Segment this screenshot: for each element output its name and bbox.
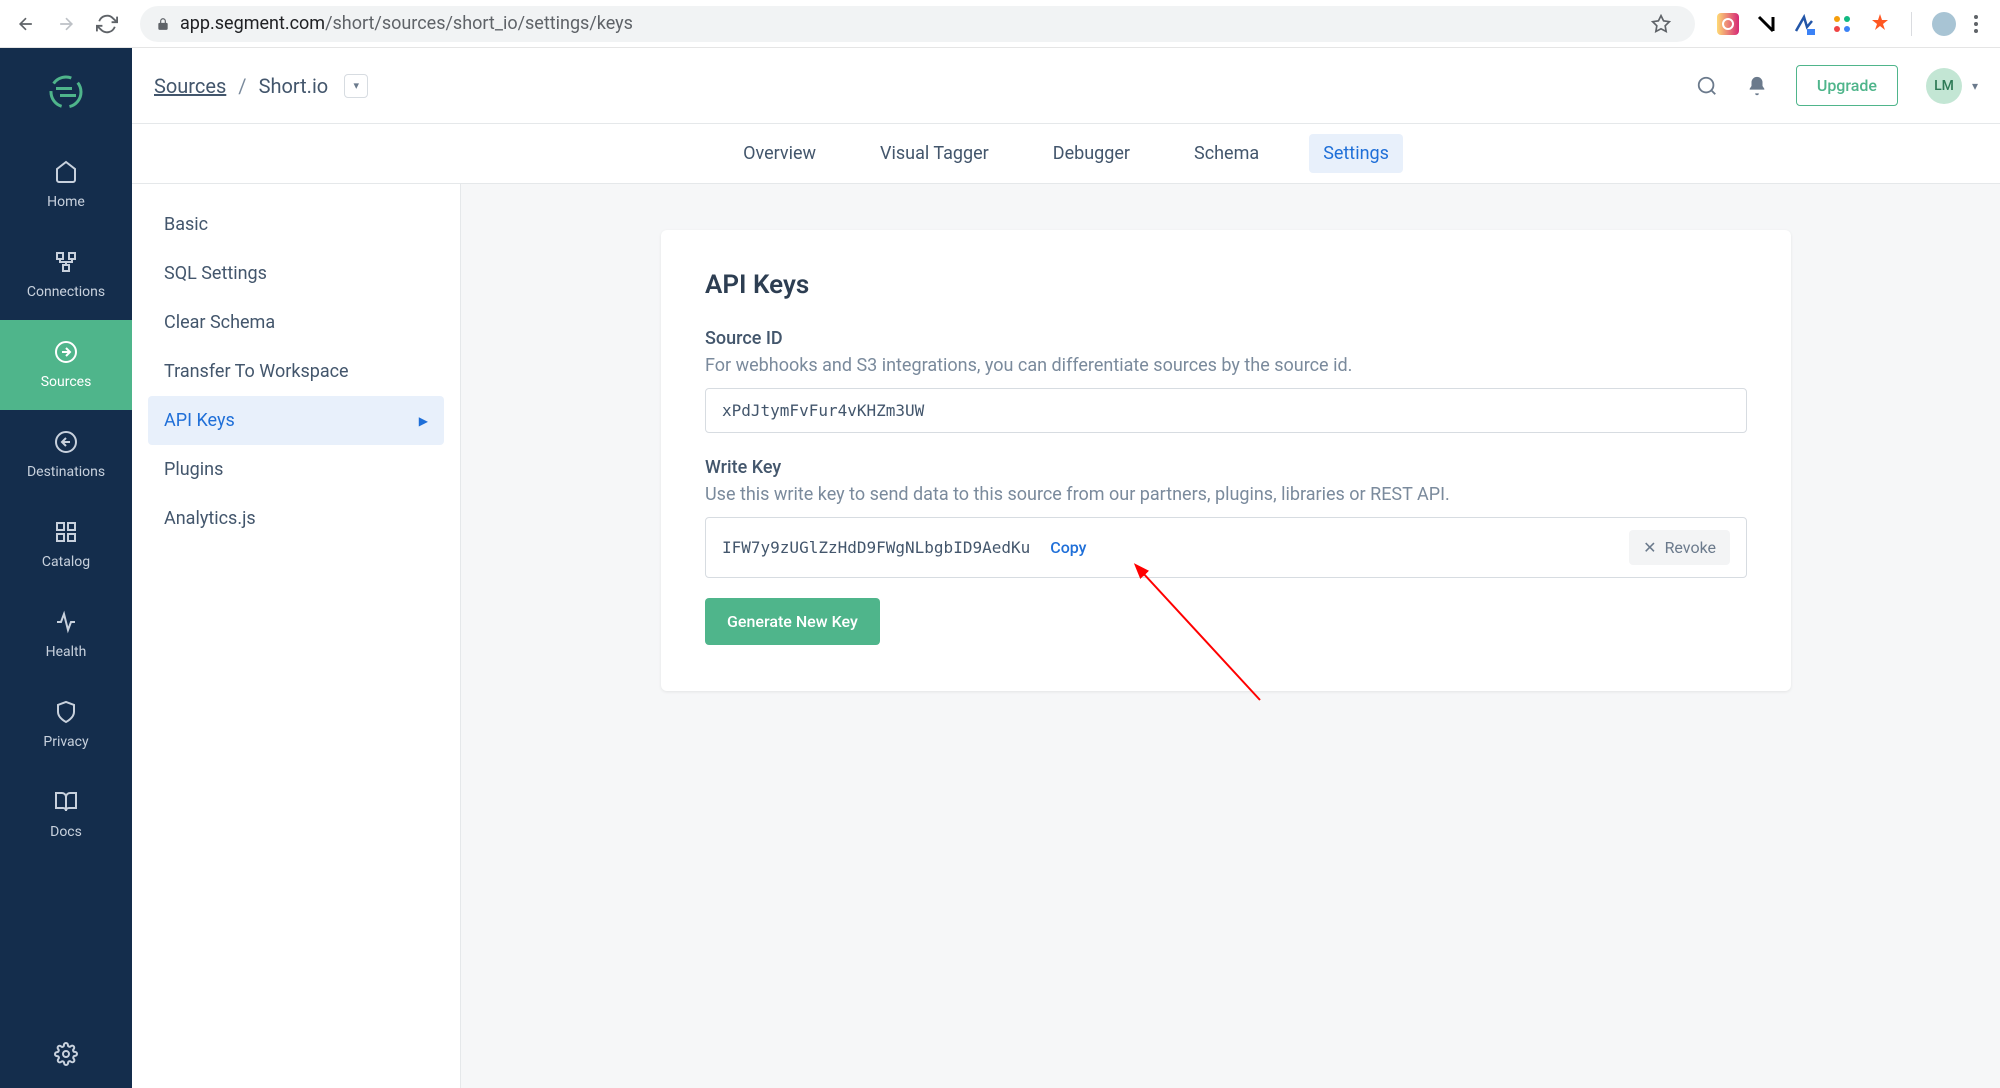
generate-new-key-button[interactable]: Generate New Key <box>705 598 880 645</box>
browser-extensions <box>1717 13 1891 35</box>
extension-icon[interactable] <box>1831 13 1853 35</box>
sidebar: Home Connections Sources Destinations Ca… <box>0 48 132 1088</box>
settings-nav-plugins[interactable]: Plugins <box>148 445 444 494</box>
tab-debugger[interactable]: Debugger <box>1039 134 1144 173</box>
connections-icon <box>54 250 78 274</box>
write-key-row: IFW7y9zUGlZzHdD9FWgNLbgbID9AedKu Copy ✕ … <box>705 517 1747 578</box>
revoke-label: Revoke <box>1665 538 1716 557</box>
extension-icon[interactable] <box>1755 13 1777 35</box>
browser-forward-icon[interactable] <box>56 14 76 34</box>
browser-url: app.segment.com/short/sources/short_io/s… <box>180 13 633 34</box>
settings-nav-api-keys[interactable]: API Keys ▶ <box>148 396 444 445</box>
sidebar-item-catalog[interactable]: Catalog <box>0 500 132 590</box>
top-bar: Sources / Short.io ▾ Upgrade LM ▾ <box>132 48 2000 124</box>
user-menu[interactable]: LM ▾ <box>1926 68 1978 104</box>
sidebar-item-privacy[interactable]: Privacy <box>0 680 132 770</box>
sidebar-item-label: Destinations <box>27 464 105 480</box>
main-area: Sources / Short.io ▾ Upgrade LM ▾ Overvi… <box>132 48 2000 1088</box>
health-icon <box>54 610 78 634</box>
sidebar-item-destinations[interactable]: Destinations <box>0 410 132 500</box>
write-key-value[interactable]: IFW7y9zUGlZzHdD9FWgNLbgbID9AedKu <box>722 538 1030 557</box>
settings-nav-analyticsjs[interactable]: Analytics.js <box>148 494 444 543</box>
destinations-icon <box>54 430 78 454</box>
user-avatar: LM <box>1926 68 1962 104</box>
write-key-description: Use this write key to send data to this … <box>705 484 1747 505</box>
source-id-input[interactable]: xPdJtymFvFur4vKHZm3UW <box>705 388 1747 433</box>
browser-profile-avatar[interactable] <box>1932 12 1956 36</box>
browser-menu-icon[interactable] <box>1968 15 1984 33</box>
catalog-icon <box>54 520 78 544</box>
breadcrumb-current: Short.io <box>259 74 329 98</box>
segment-logo-icon[interactable] <box>48 74 84 110</box>
settings-nav-sql[interactable]: SQL Settings <box>148 249 444 298</box>
tab-overview[interactable]: Overview <box>729 134 830 173</box>
sidebar-item-label: Health <box>46 644 87 660</box>
tab-schema[interactable]: Schema <box>1180 134 1273 173</box>
settings-nav-label: API Keys <box>164 410 235 431</box>
write-key-label: Write Key <box>705 457 1747 478</box>
sidebar-item-label: Privacy <box>43 734 88 750</box>
tabs: Overview Visual Tagger Debugger Schema S… <box>132 124 2000 184</box>
tab-settings[interactable]: Settings <box>1309 134 1403 173</box>
detail-area: API Keys Source ID For webhooks and S3 i… <box>461 184 2000 1088</box>
card-title: API Keys <box>705 270 1747 300</box>
gear-icon <box>54 1042 78 1066</box>
browser-toolbar: app.segment.com/short/sources/short_io/s… <box>0 0 2000 48</box>
sidebar-item-label: Home <box>47 194 85 210</box>
search-icon[interactable] <box>1696 75 1718 97</box>
sources-icon <box>54 340 78 364</box>
settings-nav-basic[interactable]: Basic <box>148 200 444 249</box>
breadcrumb: Sources / Short.io ▾ <box>154 74 368 98</box>
sidebar-item-health[interactable]: Health <box>0 590 132 680</box>
api-keys-card: API Keys Source ID For webhooks and S3 i… <box>661 230 1791 691</box>
chevron-right-icon: ▶ <box>419 414 428 428</box>
bell-icon[interactable] <box>1746 75 1768 97</box>
sidebar-item-home[interactable]: Home <box>0 140 132 230</box>
revoke-button[interactable]: ✕ Revoke <box>1629 530 1730 565</box>
settings-sidebar: Basic SQL Settings Clear Schema Transfer… <box>132 184 461 1088</box>
shield-icon <box>54 700 78 724</box>
breadcrumb-dropdown[interactable]: ▾ <box>344 74 368 98</box>
sidebar-item-docs[interactable]: Docs <box>0 770 132 860</box>
sidebar-item-label: Connections <box>27 284 105 300</box>
browser-reload-icon[interactable] <box>96 13 118 35</box>
tab-visual-tagger[interactable]: Visual Tagger <box>866 134 1003 173</box>
chevron-down-icon: ▾ <box>1972 79 1978 93</box>
close-icon: ✕ <box>1643 538 1656 557</box>
extension-icon[interactable] <box>1717 13 1739 35</box>
bookmark-star-icon[interactable] <box>1651 14 1671 34</box>
browser-address-bar[interactable]: app.segment.com/short/sources/short_io/s… <box>140 6 1695 42</box>
settings-nav-clear-schema[interactable]: Clear Schema <box>148 298 444 347</box>
copy-button[interactable]: Copy <box>1050 538 1086 557</box>
sidebar-item-label: Catalog <box>42 554 90 570</box>
extension-icon[interactable] <box>1793 13 1815 35</box>
lock-icon <box>156 17 170 31</box>
extension-icon[interactable] <box>1869 13 1891 35</box>
settings-nav-transfer[interactable]: Transfer To Workspace <box>148 347 444 396</box>
sidebar-item-label: Sources <box>41 374 92 390</box>
sidebar-item-label: Docs <box>50 824 82 840</box>
home-icon <box>54 160 78 184</box>
breadcrumb-link-sources[interactable]: Sources <box>154 74 226 98</box>
sidebar-item-connections[interactable]: Connections <box>0 230 132 320</box>
upgrade-button[interactable]: Upgrade <box>1796 65 1898 106</box>
source-id-description: For webhooks and S3 integrations, you ca… <box>705 355 1747 376</box>
sidebar-item-sources[interactable]: Sources <box>0 320 132 410</box>
source-id-label: Source ID <box>705 328 1747 349</box>
sidebar-settings[interactable] <box>0 1020 132 1088</box>
breadcrumb-separator: / <box>238 74 246 98</box>
browser-back-icon[interactable] <box>16 14 36 34</box>
book-icon <box>54 790 78 814</box>
